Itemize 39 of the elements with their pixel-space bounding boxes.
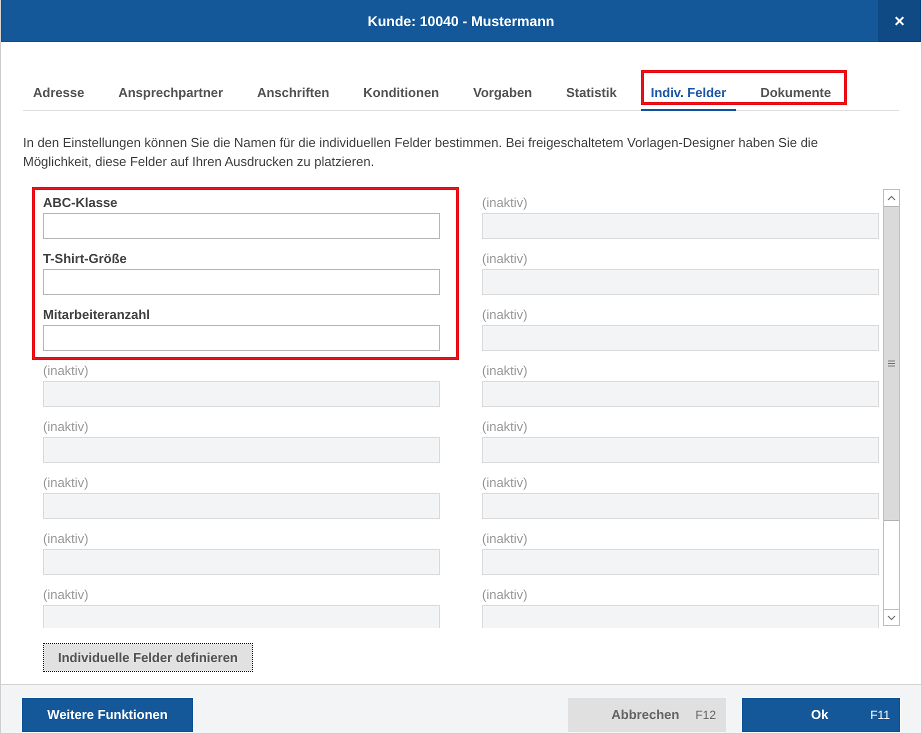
field-label: (inaktiv): [43, 474, 90, 492]
field-label: (inaktiv): [43, 418, 90, 436]
input-field[interactable]: [43, 269, 440, 295]
field-label: (inaktiv): [482, 362, 529, 380]
tab[interactable]: Adresse: [23, 80, 94, 111]
field-label: (inaktiv): [43, 586, 90, 604]
input-field[interactable]: [43, 213, 440, 239]
chevron-up-icon: [887, 195, 896, 201]
field-label: (inaktiv): [482, 418, 529, 436]
close-button[interactable]: ×: [878, 0, 921, 42]
field-label: Mitarbeiteranzahl: [43, 306, 151, 324]
field-label: (inaktiv): [482, 306, 529, 324]
window-title: Kunde: 10040 - Mustermann: [368, 12, 554, 30]
tab[interactable]: Ansprechpartner: [108, 80, 234, 111]
field-label: T-Shirt-Größe: [43, 250, 128, 268]
field-label: (inaktiv): [482, 586, 529, 604]
more-functions-button[interactable]: Weitere Funktionen: [22, 698, 193, 732]
field-label: ABC-Klasse: [43, 194, 118, 212]
field-label: (inaktiv): [482, 194, 529, 212]
tab[interactable]: Indiv. Felder: [640, 80, 736, 111]
description-text: In den Einstellungen können Sie die Namen für die individuellen Felder bestimmen. Bei freigeschaltetem Vorlagen-Designer haben Sie die Möglichkeit, diese Felder auf Ihren Ausdrucken zu platzieren.: [23, 134, 819, 171]
field-label: (inaktiv): [482, 474, 529, 492]
field-label: (inaktiv): [482, 530, 529, 548]
tab[interactable]: Vorgaben: [463, 80, 542, 111]
grip-icon: [888, 360, 895, 367]
field-label: (inaktiv): [43, 362, 90, 380]
scrollbar[interactable]: [883, 189, 900, 626]
ok-button[interactable]: Ok F11: [742, 698, 900, 732]
tab[interactable]: Dokumente: [750, 80, 842, 111]
cancel-button[interactable]: Abbrechen F12: [568, 698, 726, 732]
field-label: (inaktiv): [43, 530, 90, 548]
tab[interactable]: Statistik: [556, 80, 627, 111]
chevron-down-icon: [887, 614, 896, 620]
input-field[interactable]: [43, 325, 440, 351]
define-fields-button[interactable]: Individuelle Felder definieren: [43, 643, 253, 672]
scrollbar-thumb[interactable]: [884, 206, 899, 521]
field-label: (inaktiv): [482, 250, 529, 268]
tab[interactable]: Anschriften: [247, 80, 340, 111]
tab[interactable]: Konditionen: [353, 80, 450, 111]
